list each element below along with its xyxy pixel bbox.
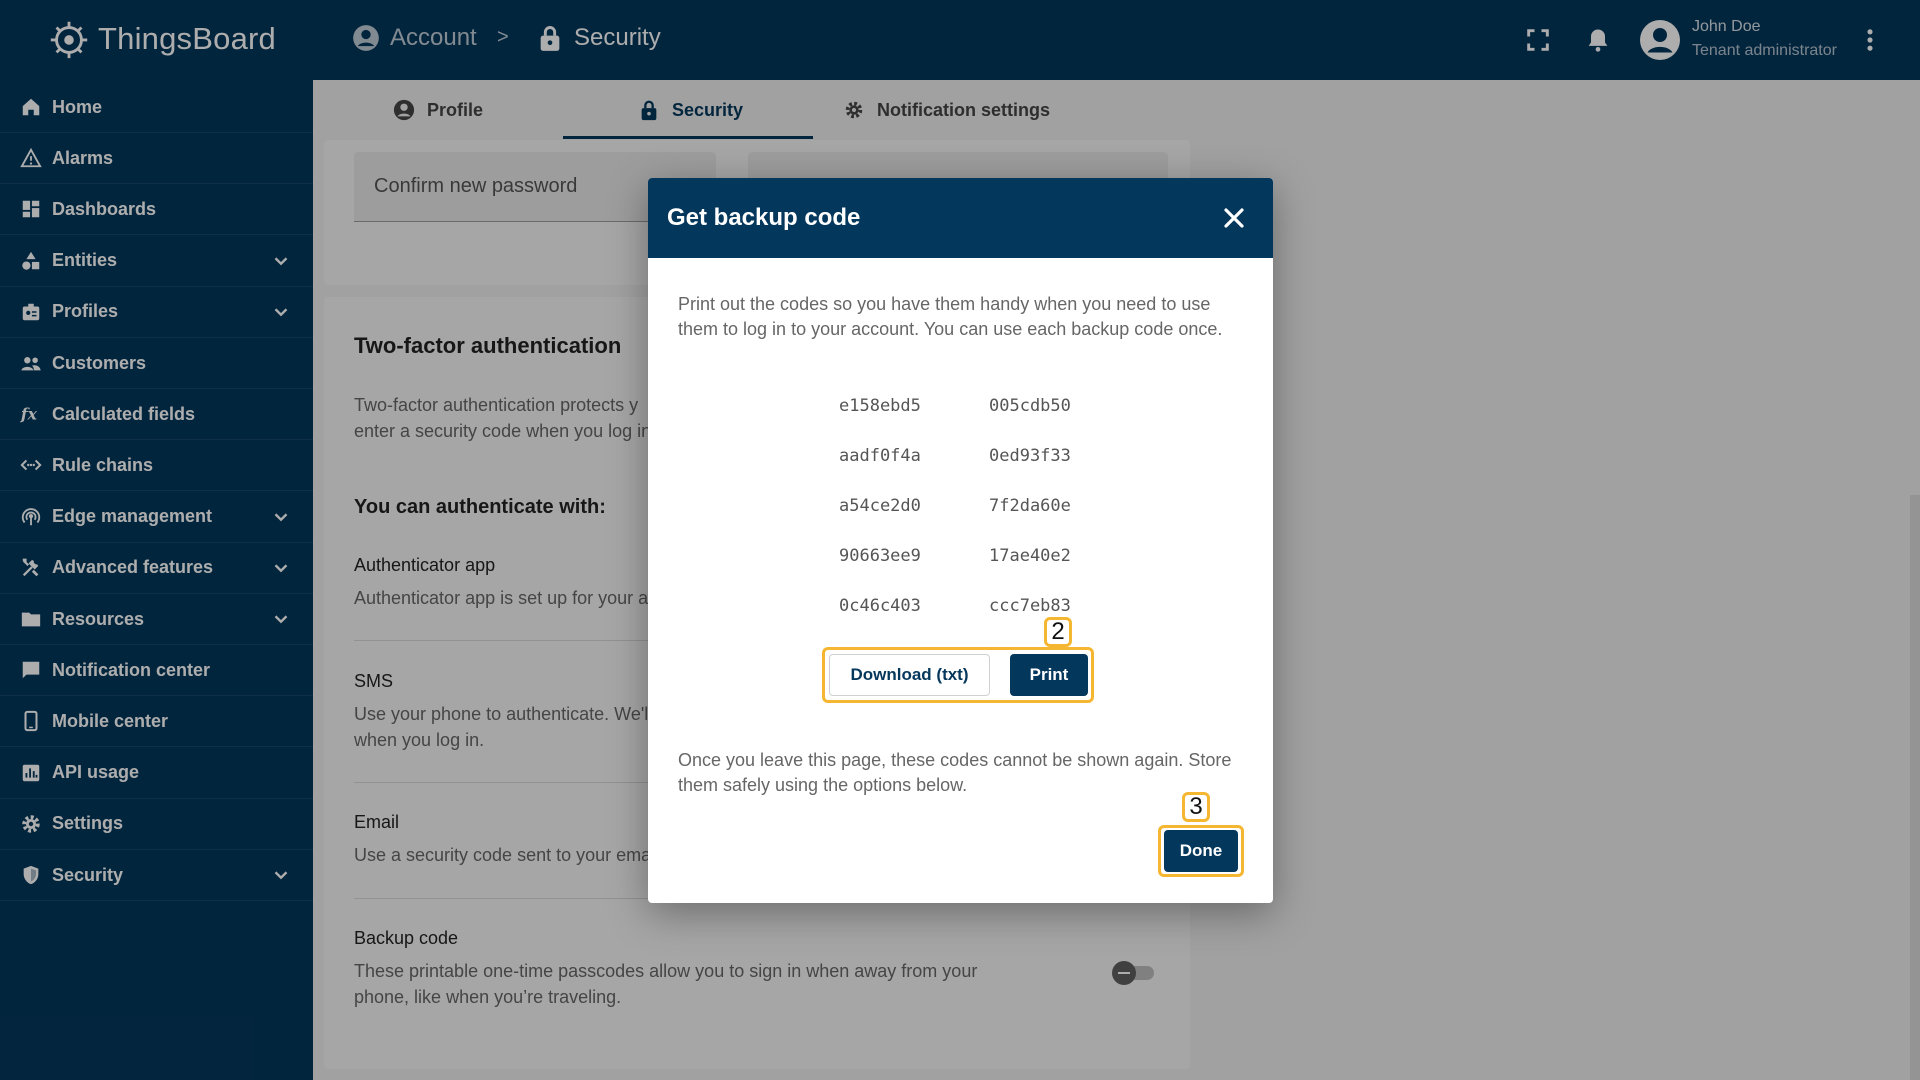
dialog-warning: Once you leave this page, these codes ca… <box>678 750 1232 795</box>
backup-code: aadf0f4a <box>839 446 921 466</box>
backup-code: ccc7eb83 <box>989 596 1071 616</box>
download-txt-button[interactable]: Download (txt) <box>829 654 990 696</box>
backup-code: 0c46c403 <box>839 596 921 616</box>
backup-code: 7f2da60e <box>989 496 1071 516</box>
backup-code-dialog: Get backup code Print out the codes so y… <box>648 178 1273 903</box>
close-button[interactable] <box>1216 200 1252 236</box>
backup-code: 17ae40e2 <box>989 546 1071 566</box>
close-icon <box>1224 208 1244 228</box>
step-badge-2: 2 <box>1044 617 1072 647</box>
backup-code: a54ce2d0 <box>839 496 921 516</box>
backup-code: 0ed93f33 <box>989 446 1071 466</box>
backup-code: 005cdb50 <box>989 396 1071 416</box>
backup-code: 90663ee9 <box>839 546 921 566</box>
dialog-title: Get backup code <box>667 204 861 231</box>
done-button[interactable]: Done <box>1164 830 1238 872</box>
dialog-header: Get backup code <box>648 178 1273 258</box>
step-badge-3: 3 <box>1182 792 1210 822</box>
dialog-intro: Print out the codes so you have them han… <box>678 294 1223 339</box>
backup-code: e158ebd5 <box>839 396 921 416</box>
print-button[interactable]: Print <box>1010 654 1088 696</box>
